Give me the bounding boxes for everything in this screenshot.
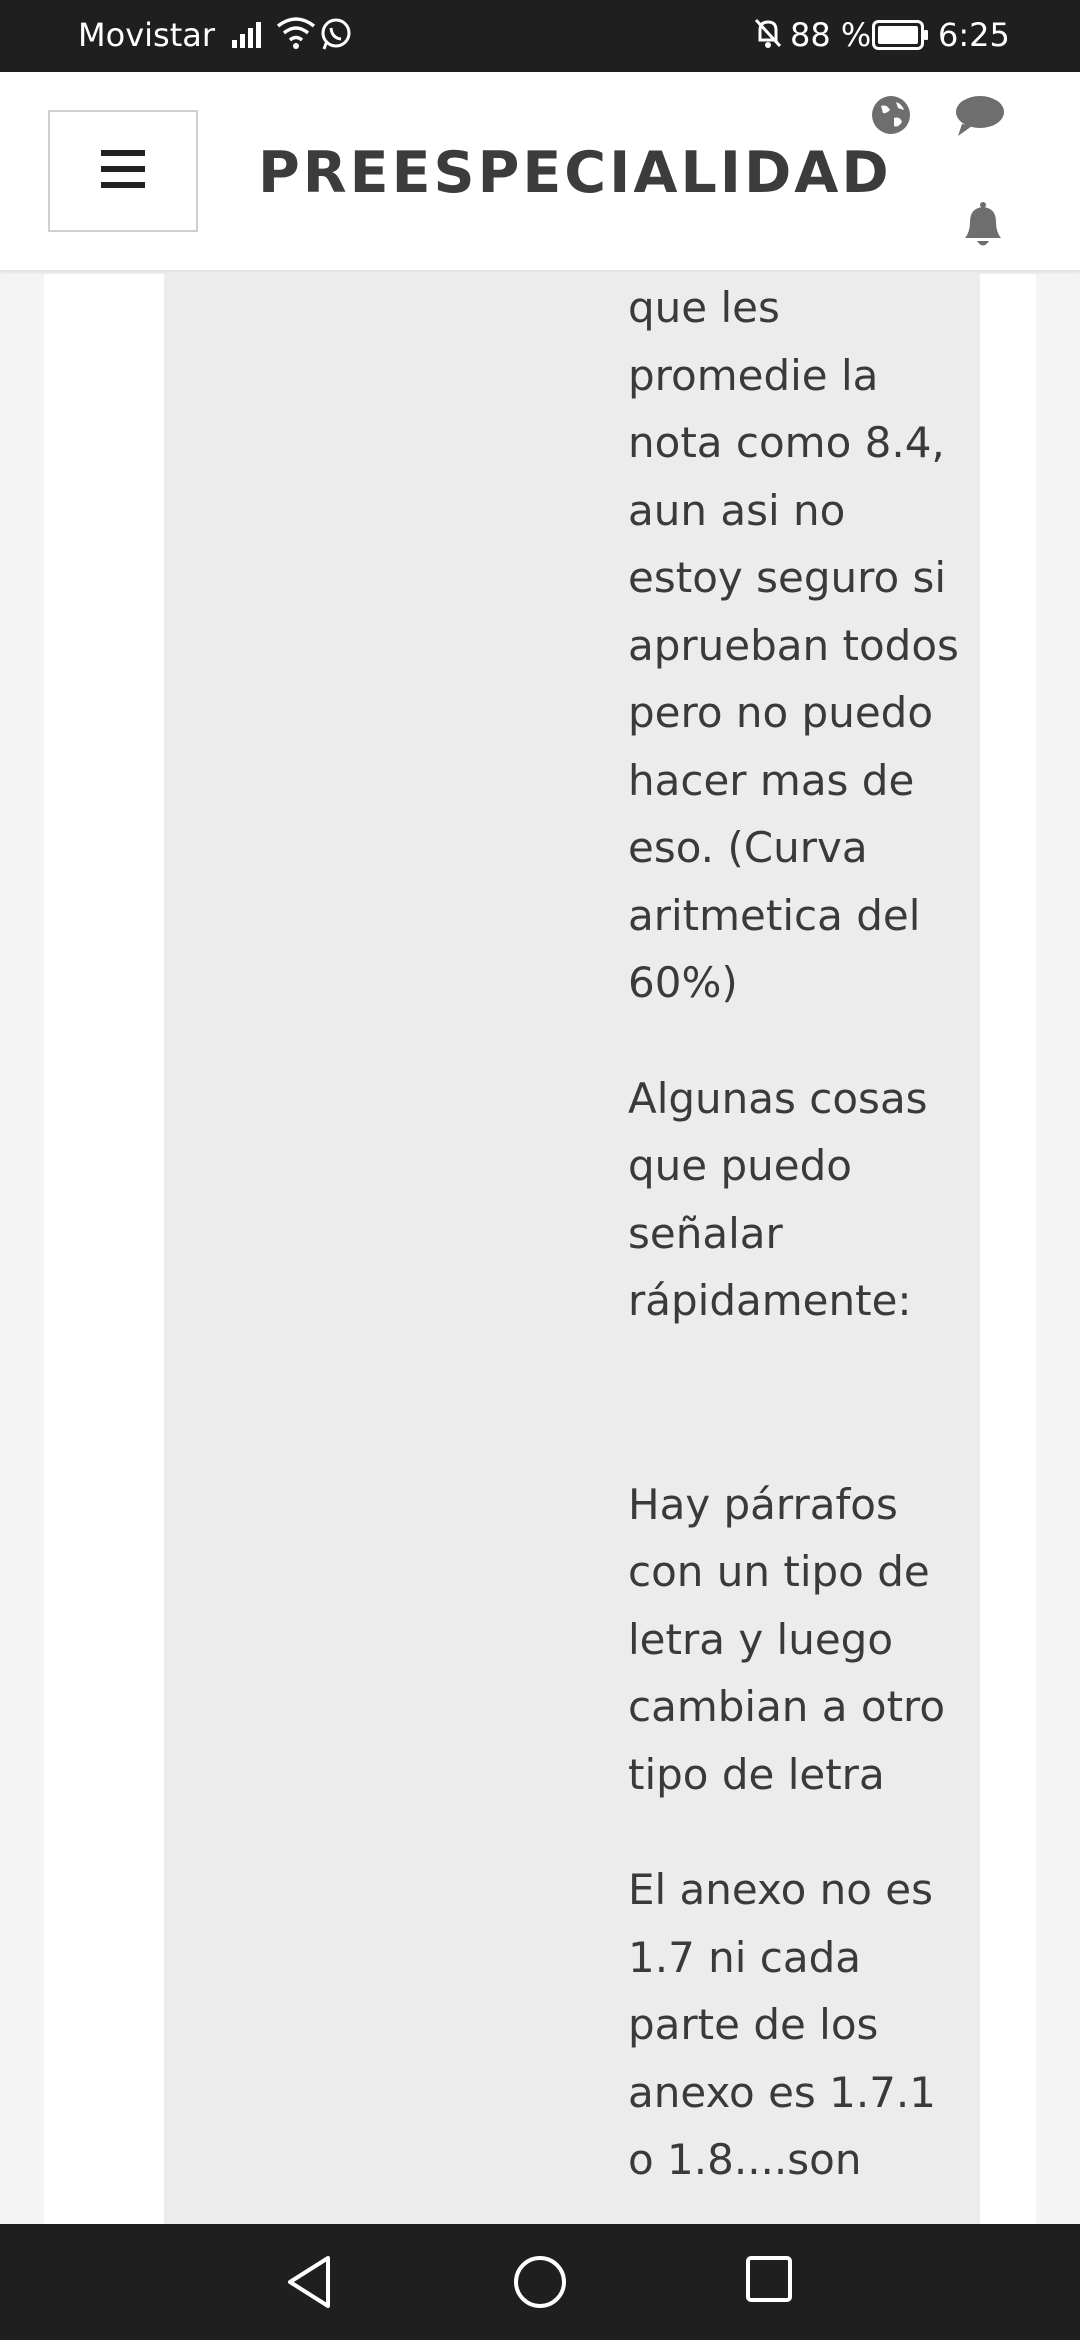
recents-icon[interactable]: [744, 2254, 794, 2309]
post-paragraph: Hay párrafos con un tipo de letra y lueg…: [628, 1479, 946, 1799]
notifications-button[interactable]: [960, 200, 1006, 255]
battery-percent: 88 %: [790, 16, 872, 54]
carrier-name: Movistar: [78, 16, 215, 54]
language-button[interactable]: [870, 94, 912, 141]
signal-icon: [232, 18, 268, 56]
post-paragraph: Algunas cosas que puedo señalar rápidame…: [628, 1073, 928, 1326]
battery-icon: [872, 20, 930, 58]
wifi-icon: [276, 16, 316, 58]
post-paragraph: El anexo no es 1.7 ni cada parte de los …: [628, 1865, 937, 2184]
app-header: PREESPECIALIDAD: [0, 72, 1080, 272]
globe-icon: [870, 96, 912, 140]
bell-icon: [960, 202, 1006, 254]
hamburger-menu-icon: [101, 149, 145, 193]
content-card: que les promedie la nota como 8.4, aun a…: [44, 274, 1036, 2224]
post-body: que les promedie la nota como 8.4, aun a…: [628, 274, 968, 2224]
whatsapp-icon: [318, 16, 354, 60]
messages-button[interactable]: [954, 94, 1006, 143]
navigation-bar: [0, 2224, 1080, 2340]
empty-paragraph: [628, 1383, 968, 1471]
menu-button[interactable]: [48, 110, 198, 232]
page-content: que les promedie la nota como 8.4, aun a…: [0, 274, 1080, 2224]
site-title[interactable]: PREESPECIALIDAD: [258, 140, 892, 206]
status-time: 6:25: [938, 16, 1010, 54]
forum-post: que les promedie la nota como 8.4, aun a…: [164, 274, 980, 2224]
notifications-muted-icon: [752, 16, 784, 58]
chat-bubble-icon: [954, 96, 1006, 142]
home-icon[interactable]: [512, 2254, 568, 2315]
status-bar: Movistar 88 % 6:25: [0, 0, 1080, 72]
post-paragraph: que les promedie la nota como 8.4, aun a…: [628, 283, 959, 1007]
back-icon[interactable]: [284, 2254, 334, 2315]
